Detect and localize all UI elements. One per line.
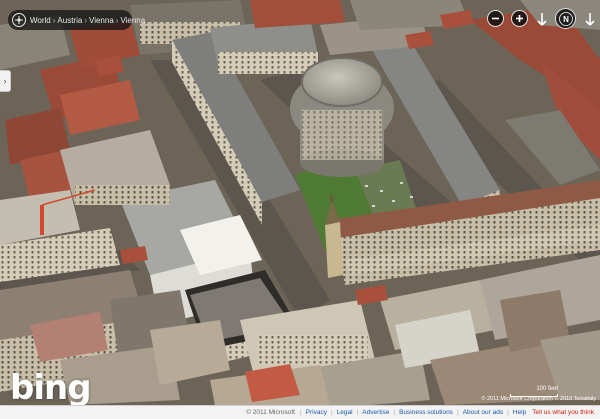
- rotunda-building: [290, 57, 394, 177]
- map-viewport[interactable]: World › Austria › Vienna › Vienna › N bi…: [0, 0, 600, 419]
- footer-link-advertise[interactable]: Advertise: [362, 409, 389, 416]
- footer-link-legal[interactable]: Legal: [337, 409, 353, 416]
- rotate-left-button[interactable]: [533, 10, 550, 27]
- rotate-right-arrow-icon: [584, 12, 595, 26]
- footer-copyright: © 2011 Microsoft: [246, 409, 295, 416]
- bing-logo: bing: [10, 368, 92, 408]
- rotate-left-arrow-icon: [536, 12, 547, 26]
- locate-icon[interactable]: [12, 13, 26, 27]
- chevron-right-icon: ›: [3, 76, 7, 86]
- feedback-link[interactable]: Tell us what you think: [532, 409, 594, 416]
- breadcrumb-vienna-city[interactable]: Vienna: [120, 16, 145, 25]
- footer-link-help[interactable]: Help: [513, 409, 526, 416]
- footer-link-privacy[interactable]: Privacy: [306, 409, 327, 416]
- breadcrumb: World › Austria › Vienna › Vienna: [8, 10, 145, 30]
- footer-link-about-ads[interactable]: About our ads: [463, 409, 503, 416]
- footer-link-business[interactable]: Business solutions: [399, 409, 453, 416]
- footer: © 2011 Microsoft | Privacy | Legal | Adv…: [0, 405, 600, 419]
- plus-icon: [516, 15, 523, 22]
- footer-separator: |: [356, 409, 359, 416]
- compass-label: N: [563, 15, 569, 24]
- footer-separator: |: [456, 409, 459, 416]
- expand-panel-tab[interactable]: ›: [0, 70, 11, 92]
- breadcrumb-separator: ›: [84, 15, 87, 25]
- breadcrumb-world[interactable]: World: [30, 16, 51, 25]
- breadcrumb-austria[interactable]: Austria: [57, 16, 82, 25]
- zoom-out-button[interactable]: [487, 10, 504, 27]
- footer-separator: |: [299, 409, 302, 416]
- footer-separator: |: [507, 409, 509, 416]
- aerial-imagery[interactable]: [0, 0, 600, 419]
- rotate-right-button[interactable]: [581, 10, 598, 27]
- minus-icon: [492, 17, 499, 20]
- footer-separator: |: [393, 409, 396, 416]
- compass-button[interactable]: N: [555, 8, 576, 29]
- breadcrumb-vienna-region[interactable]: Vienna: [89, 16, 114, 25]
- compass-icon: N: [558, 11, 573, 26]
- image-credit: © 2011 Microsoft Corporation © 2010 Terr…: [481, 396, 596, 402]
- footer-separator: |: [330, 409, 333, 416]
- scale-label: 100 feet: [536, 386, 558, 392]
- breadcrumb-separator: ›: [115, 15, 119, 25]
- breadcrumb-separator: ›: [52, 15, 56, 25]
- zoom-in-button[interactable]: [511, 10, 528, 27]
